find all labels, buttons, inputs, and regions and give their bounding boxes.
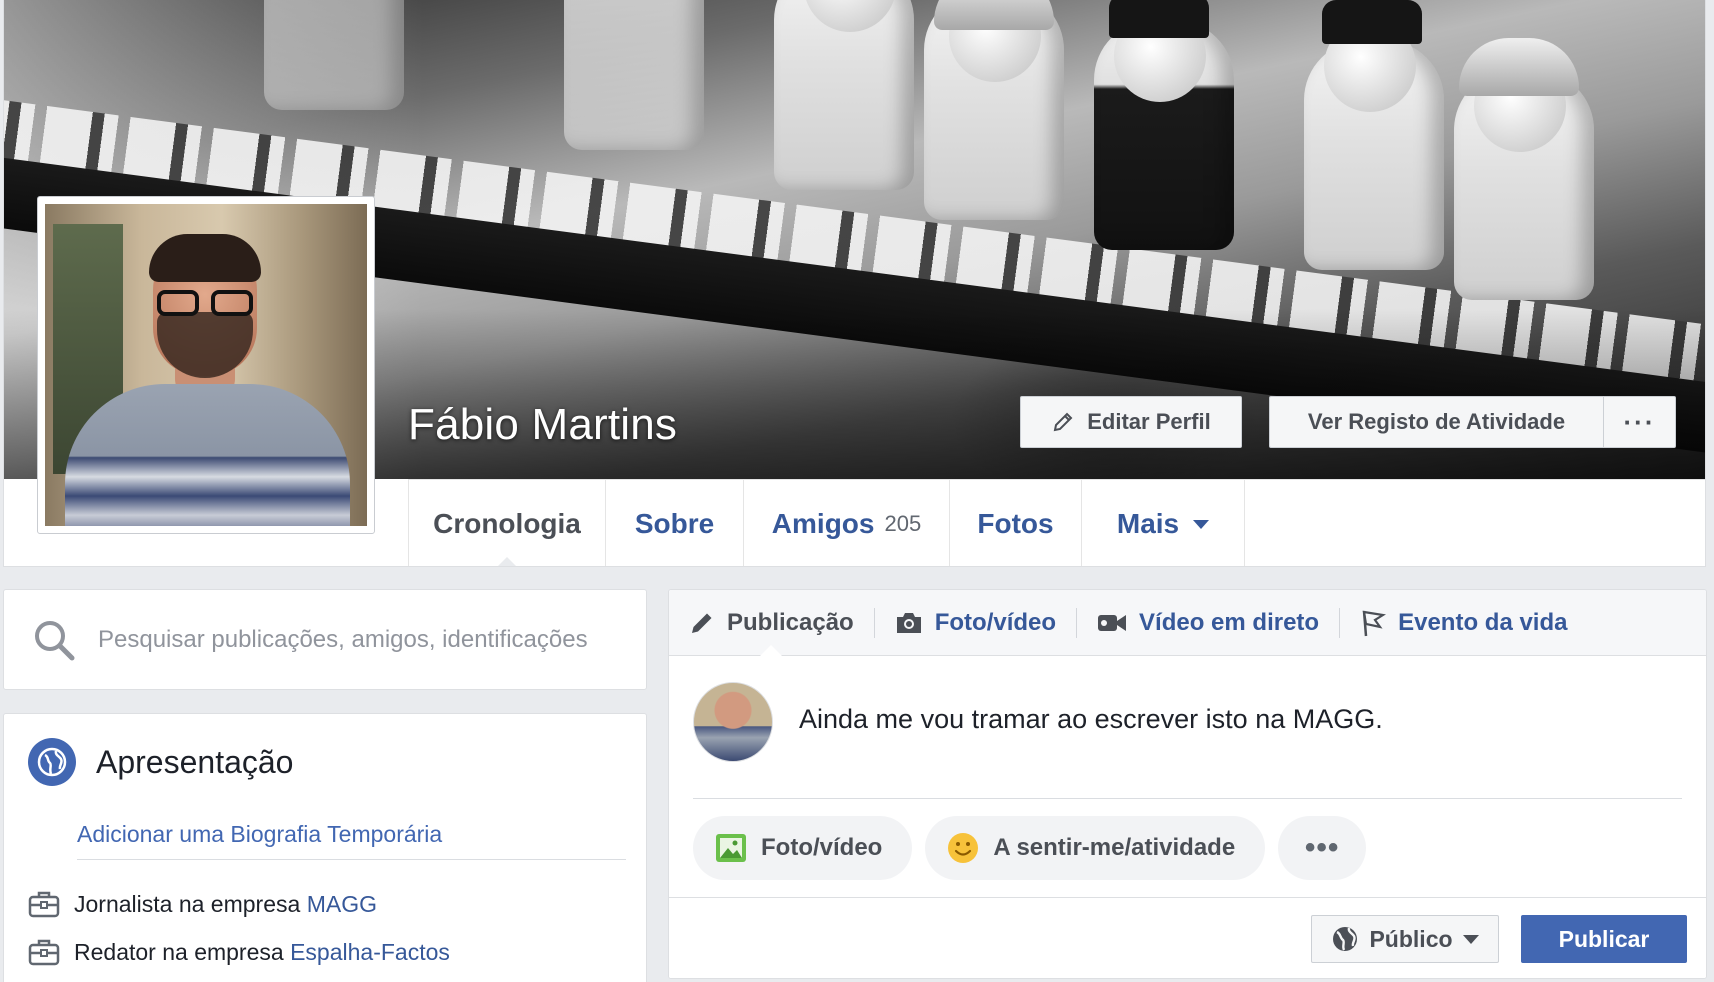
composer-tab-photo-video[interactable]: Foto/vídeo: [895, 590, 1076, 656]
post-text-input[interactable]: Ainda me vou tramar ao escrever isto na …: [799, 704, 1383, 735]
pencil-icon: [1053, 412, 1073, 432]
video-camera-icon: [1098, 614, 1127, 631]
add-temporary-bio-link[interactable]: Adicionar uma Biografia Temporária: [77, 821, 442, 848]
composer-footer: Público Publicar: [669, 897, 1706, 978]
tab-label: Sobre: [634, 508, 715, 539]
tab-amigos[interactable]: Amigos 205: [744, 480, 950, 566]
activity-button-group: Ver Registo de Atividade ···: [1269, 396, 1676, 448]
search-icon: [35, 620, 75, 660]
tab-cronologia[interactable]: Cronologia: [408, 480, 606, 566]
search-input[interactable]: [98, 625, 598, 654]
edit-profile-label: Editar Perfil: [1087, 409, 1211, 434]
work-title: Redator na empresa: [74, 938, 291, 965]
company-link[interactable]: Espalha-Factos: [290, 939, 450, 965]
composer-tab-label: Vídeo em direto: [1139, 608, 1320, 636]
tab-label: Mais: [1116, 508, 1180, 539]
caret-down-icon: [1193, 519, 1210, 529]
profile-name[interactable]: Fábio Martins: [408, 400, 677, 450]
tab-label: Fotos: [977, 508, 1054, 539]
intro-header: Apresentação: [28, 738, 293, 786]
briefcase-icon: [28, 891, 60, 918]
publish-button[interactable]: Publicar: [1521, 915, 1687, 963]
composer-options: Foto/vídeo A sentir-me/atividade •••: [693, 816, 1367, 880]
caret-down-icon: [1462, 934, 1479, 944]
photo-icon: [716, 834, 746, 862]
audience-selector[interactable]: Público: [1311, 915, 1499, 963]
work-item: Jornalista na empresa MAGG: [28, 890, 377, 918]
company-link[interactable]: MAGG: [307, 891, 377, 917]
tab-sobre[interactable]: Sobre: [606, 480, 744, 566]
tab-fotos[interactable]: Fotos: [950, 480, 1082, 566]
photo-video-chip[interactable]: Foto/vídeo: [693, 816, 913, 880]
composer-tabs: Publicação Foto/vídeo Vídeo em direto Ev…: [669, 590, 1706, 657]
timeline-search: [3, 589, 647, 690]
chip-label: Foto/vídeo: [761, 834, 883, 861]
feeling-activity-chip[interactable]: A sentir-me/atividade: [925, 816, 1266, 880]
briefcase-icon: [28, 939, 60, 966]
activity-log-button[interactable]: Ver Registo de Atividade: [1270, 397, 1604, 447]
composer-tab-life-event[interactable]: Evento da vida: [1360, 590, 1587, 656]
intro-title: Apresentação: [96, 743, 294, 780]
more-options-button[interactable]: ···: [1604, 397, 1675, 447]
audience-label: Público: [1369, 925, 1453, 952]
globe-icon: [28, 738, 76, 786]
avatar: [693, 682, 773, 762]
avatar: [45, 204, 367, 526]
profile-header: Fábio Martins Editar Perfil Ver Registo …: [3, 0, 1706, 567]
camera-icon: [896, 612, 921, 633]
divider: [77, 859, 626, 860]
facebook-profile-page: Fábio Martins Editar Perfil Ver Registo …: [0, 0, 1714, 982]
post-composer: Publicação Foto/vídeo Vídeo em direto Ev…: [668, 589, 1707, 979]
globe-icon: [1333, 927, 1358, 951]
divider: [693, 798, 1682, 799]
intro-card: Apresentação Adicionar uma Biografia Tem…: [3, 713, 647, 982]
edit-profile-button[interactable]: Editar Perfil: [1020, 396, 1242, 448]
composer-tab-publication[interactable]: Publicação: [689, 590, 874, 657]
profile-tabs: Cronologia Sobre Amigos 205 Fotos Mais: [408, 479, 1705, 566]
composer-tab-live-video[interactable]: Vídeo em direto: [1097, 590, 1339, 656]
composer-tab-label: Foto/vídeo: [934, 608, 1057, 636]
composer-tab-label: Publicação: [727, 608, 854, 636]
work-title: Jornalista na empresa: [74, 890, 307, 917]
pencil-icon: [692, 613, 712, 633]
smiley-icon: [948, 833, 979, 863]
friends-count: 205: [884, 511, 922, 536]
work-item: Redator na empresa Espalha-Factos: [28, 938, 450, 966]
profile-picture[interactable]: [37, 196, 375, 534]
tab-label: Amigos: [771, 508, 875, 539]
flag-icon: [1362, 610, 1387, 636]
tab-mais[interactable]: Mais: [1082, 480, 1245, 566]
tab-label: Cronologia: [433, 508, 581, 539]
more-options-chip[interactable]: •••: [1278, 816, 1367, 880]
chip-label: A sentir-me/atividade: [993, 834, 1236, 861]
composer-tab-label: Evento da vida: [1398, 608, 1568, 636]
